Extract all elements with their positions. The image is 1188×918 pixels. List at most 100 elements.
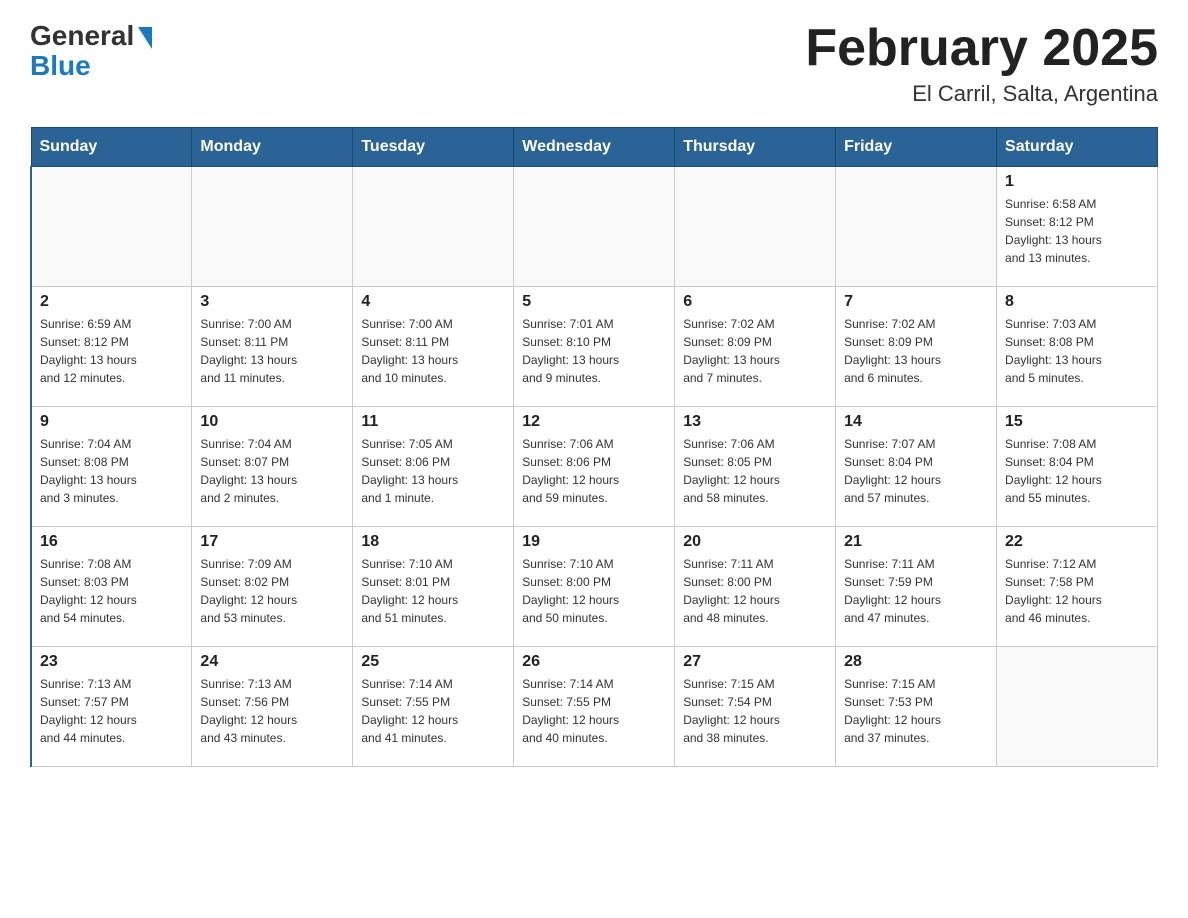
calendar-cell: 4 Sunrise: 7:00 AMSunset: 8:11 PMDaylight… (353, 287, 514, 407)
day-number: 19 (522, 533, 666, 551)
day-info: Sunrise: 7:08 AMSunset: 8:04 PMDaylight:… (1005, 435, 1149, 507)
day-number: 18 (361, 533, 505, 551)
day-info: Sunrise: 7:10 AMSunset: 8:01 PMDaylight:… (361, 555, 505, 627)
day-number: 24 (200, 653, 344, 671)
calendar-cell (31, 167, 192, 287)
calendar-cell: 21 Sunrise: 7:11 AMSunset: 7:59 PMDayligh… (836, 527, 997, 647)
day-number: 22 (1005, 533, 1149, 551)
day-info: Sunrise: 7:10 AMSunset: 8:00 PMDaylight:… (522, 555, 666, 627)
calendar-cell (997, 647, 1158, 767)
day-number: 27 (683, 653, 827, 671)
calendar-cell: 12 Sunrise: 7:06 AMSunset: 8:06 PMDayligh… (514, 407, 675, 527)
calendar-cell: 15 Sunrise: 7:08 AMSunset: 8:04 PMDayligh… (997, 407, 1158, 527)
logo-general-text: General (30, 20, 134, 52)
calendar-cell: 20 Sunrise: 7:11 AMSunset: 8:00 PMDayligh… (675, 527, 836, 647)
calendar-cell (675, 167, 836, 287)
calendar-week-4: 16Sunrise: 7:08 AMSunset: 8:03 PMDayligh… (31, 527, 1158, 647)
calendar-cell: 23 Sunrise: 7:13 AMSunset: 7:57 PMDayligh… (31, 647, 192, 767)
day-header-thursday: Thursday (675, 128, 836, 167)
day-number: 6 (683, 293, 827, 311)
calendar-subtitle: El Carril, Salta, Argentina (805, 81, 1158, 107)
day-header-monday: Monday (192, 128, 353, 167)
day-number: 9 (40, 413, 183, 431)
calendar-cell: 24 Sunrise: 7:13 AMSunset: 7:56 PMDayligh… (192, 647, 353, 767)
title-block: February 2025 El Carril, Salta, Argentin… (805, 20, 1158, 107)
day-info: Sunrise: 7:04 AMSunset: 8:07 PMDaylight:… (200, 435, 344, 507)
day-info: Sunrise: 7:09 AMSunset: 8:02 PMDaylight:… (200, 555, 344, 627)
day-info: Sunrise: 6:59 AMSunset: 8:12 PMDaylight:… (40, 315, 183, 387)
calendar-week-5: 23 Sunrise: 7:13 AMSunset: 7:57 PMDayligh… (31, 647, 1158, 767)
calendar-cell: 17 Sunrise: 7:09 AMSunset: 8:02 PMDayligh… (192, 527, 353, 647)
day-number: 25 (361, 653, 505, 671)
calendar-cell: 7 Sunrise: 7:02 AMSunset: 8:09 PMDaylight… (836, 287, 997, 407)
day-number: 11 (361, 413, 505, 431)
day-number: 8 (1005, 293, 1149, 311)
day-number: 15 (1005, 413, 1149, 431)
calendar-cell: 27 Sunrise: 7:15 AMSunset: 7:54 PMDayligh… (675, 647, 836, 767)
calendar-cell: 16Sunrise: 7:08 AMSunset: 8:03 PMDayligh… (31, 527, 192, 647)
day-number: 12 (522, 413, 666, 431)
day-number: 21 (844, 533, 988, 551)
day-info: Sunrise: 7:12 AMSunset: 7:58 PMDaylight:… (1005, 555, 1149, 627)
page-header: General Blue February 2025 El Carril, Sa… (30, 20, 1158, 107)
day-info: Sunrise: 7:11 AMSunset: 8:00 PMDaylight:… (683, 555, 827, 627)
day-header-friday: Friday (836, 128, 997, 167)
calendar-cell: 6 Sunrise: 7:02 AMSunset: 8:09 PMDaylight… (675, 287, 836, 407)
calendar-title: February 2025 (805, 20, 1158, 77)
day-info: Sunrise: 7:13 AMSunset: 7:57 PMDaylight:… (40, 675, 183, 747)
day-number: 3 (200, 293, 344, 311)
day-number: 4 (361, 293, 505, 311)
day-number: 28 (844, 653, 988, 671)
day-info: Sunrise: 7:06 AMSunset: 8:06 PMDaylight:… (522, 435, 666, 507)
calendar-cell: 18 Sunrise: 7:10 AMSunset: 8:01 PMDayligh… (353, 527, 514, 647)
calendar-cell: 19 Sunrise: 7:10 AMSunset: 8:00 PMDayligh… (514, 527, 675, 647)
day-info: Sunrise: 7:02 AMSunset: 8:09 PMDaylight:… (844, 315, 988, 387)
day-info: Sunrise: 7:05 AMSunset: 8:06 PMDaylight:… (361, 435, 505, 507)
day-number: 2 (40, 293, 183, 311)
calendar-cell: 13 Sunrise: 7:06 AMSunset: 8:05 PMDayligh… (675, 407, 836, 527)
day-info: Sunrise: 7:11 AMSunset: 7:59 PMDaylight:… (844, 555, 988, 627)
day-info: Sunrise: 7:13 AMSunset: 7:56 PMDaylight:… (200, 675, 344, 747)
day-info: Sunrise: 7:00 AMSunset: 8:11 PMDaylight:… (361, 315, 505, 387)
calendar-cell: 2 Sunrise: 6:59 AMSunset: 8:12 PMDaylight… (31, 287, 192, 407)
day-number: 20 (683, 533, 827, 551)
day-header-sunday: Sunday (31, 128, 192, 167)
day-info: Sunrise: 6:58 AMSunset: 8:12 PMDaylight:… (1005, 195, 1149, 267)
day-info: Sunrise: 7:02 AMSunset: 8:09 PMDaylight:… (683, 315, 827, 387)
day-info: Sunrise: 7:15 AMSunset: 7:54 PMDaylight:… (683, 675, 827, 747)
day-info: Sunrise: 7:04 AMSunset: 8:08 PMDaylight:… (40, 435, 183, 507)
day-number: 13 (683, 413, 827, 431)
day-info: Sunrise: 7:03 AMSunset: 8:08 PMDaylight:… (1005, 315, 1149, 387)
calendar-cell: 26Sunrise: 7:14 AMSunset: 7:55 PMDayligh… (514, 647, 675, 767)
day-header-wednesday: Wednesday (514, 128, 675, 167)
calendar-cell (192, 167, 353, 287)
calendar-cell (353, 167, 514, 287)
calendar-cell (514, 167, 675, 287)
day-info: Sunrise: 7:14 AMSunset: 7:55 PMDaylight:… (522, 675, 666, 747)
header-row: SundayMondayTuesdayWednesdayThursdayFrid… (31, 128, 1158, 167)
calendar-cell: 11 Sunrise: 7:05 AMSunset: 8:06 PMDayligh… (353, 407, 514, 527)
calendar-cell: 28 Sunrise: 7:15 AMSunset: 7:53 PMDayligh… (836, 647, 997, 767)
day-number: 5 (522, 293, 666, 311)
calendar-cell: 5Sunrise: 7:01 AMSunset: 8:10 PMDaylight… (514, 287, 675, 407)
calendar-week-2: 2 Sunrise: 6:59 AMSunset: 8:12 PMDaylight… (31, 287, 1158, 407)
calendar-table: SundayMondayTuesdayWednesdayThursdayFrid… (30, 127, 1158, 767)
logo-blue-text: Blue (30, 50, 91, 82)
day-info: Sunrise: 7:07 AMSunset: 8:04 PMDaylight:… (844, 435, 988, 507)
calendar-cell: 22 Sunrise: 7:12 AMSunset: 7:58 PMDayligh… (997, 527, 1158, 647)
day-info: Sunrise: 7:15 AMSunset: 7:53 PMDaylight:… (844, 675, 988, 747)
day-number: 23 (40, 653, 183, 671)
day-number: 17 (200, 533, 344, 551)
day-info: Sunrise: 7:08 AMSunset: 8:03 PMDaylight:… (40, 555, 183, 627)
calendar-body: 1Sunrise: 6:58 AMSunset: 8:12 PMDaylight… (31, 167, 1158, 767)
calendar-header: SundayMondayTuesdayWednesdayThursdayFrid… (31, 128, 1158, 167)
day-info: Sunrise: 7:06 AMSunset: 8:05 PMDaylight:… (683, 435, 827, 507)
day-info: Sunrise: 7:14 AMSunset: 7:55 PMDaylight:… (361, 675, 505, 747)
day-number: 7 (844, 293, 988, 311)
day-header-tuesday: Tuesday (353, 128, 514, 167)
logo: General Blue (30, 20, 152, 82)
calendar-cell: 3Sunrise: 7:00 AMSunset: 8:11 PMDaylight… (192, 287, 353, 407)
calendar-cell (836, 167, 997, 287)
day-number: 10 (200, 413, 344, 431)
calendar-cell: 10 Sunrise: 7:04 AMSunset: 8:07 PMDayligh… (192, 407, 353, 527)
